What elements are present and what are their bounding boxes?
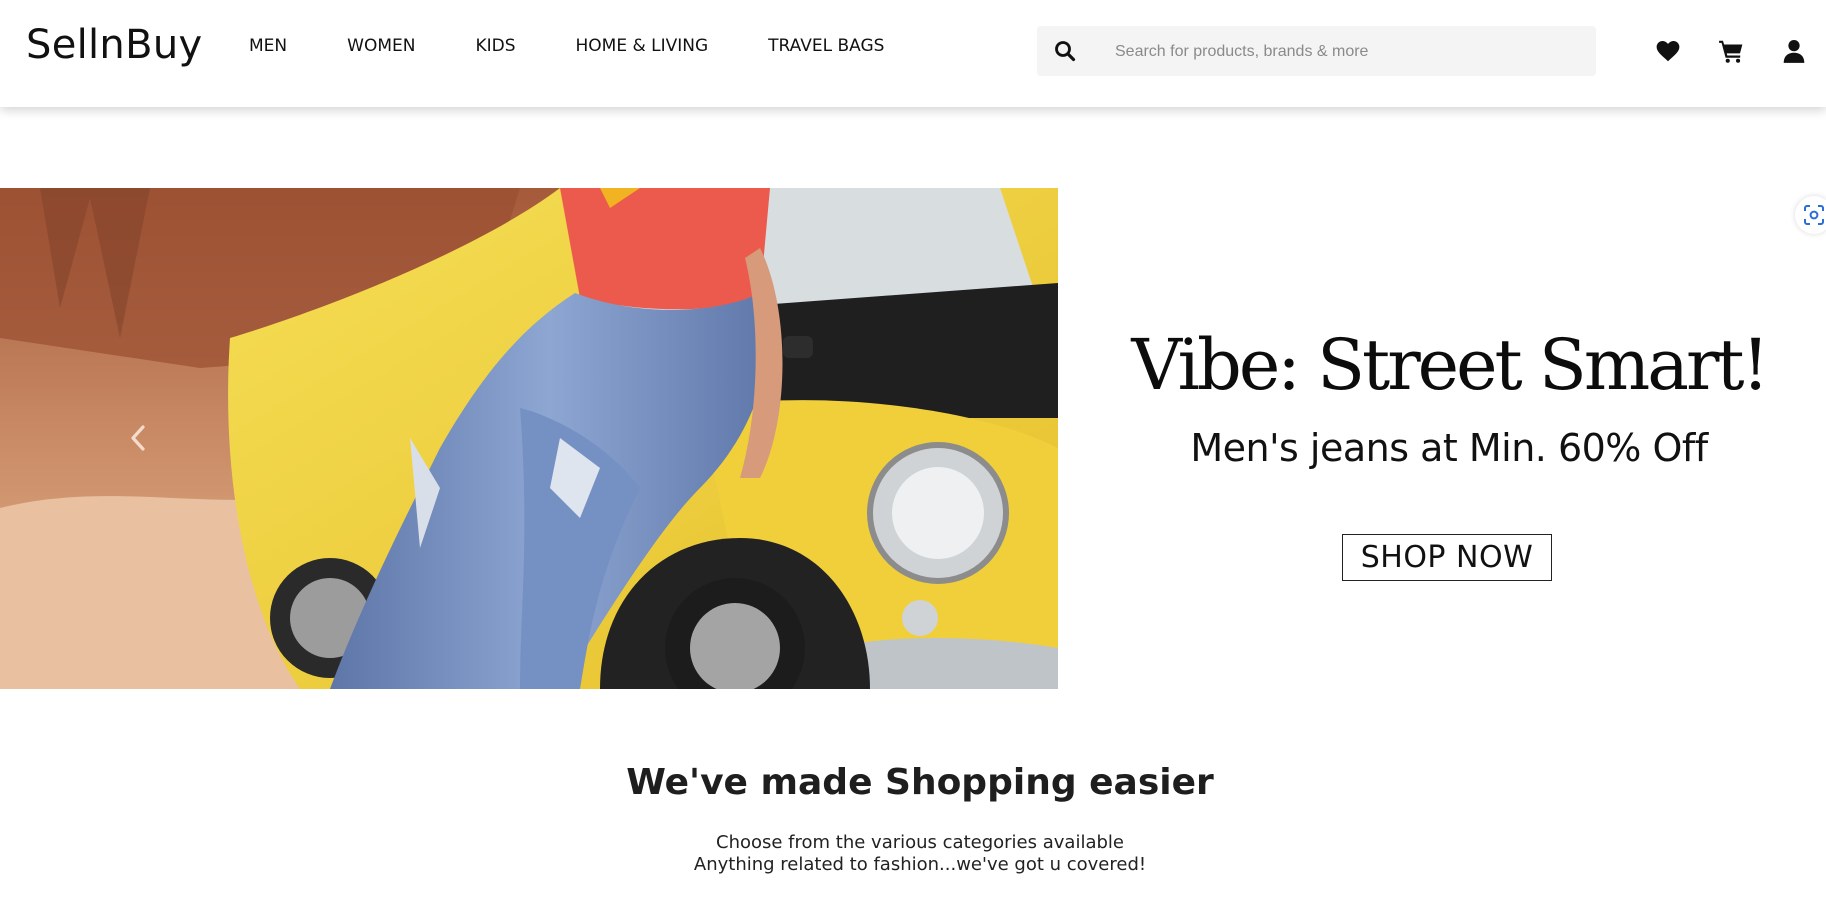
banner-promo: Vibe: Street Smart! Men's jeans at Min. … bbox=[1058, 188, 1826, 689]
banner-offer: Men's jeans at Min. 60% Off bbox=[1190, 426, 1708, 470]
nav-item-men[interactable]: MEN bbox=[249, 36, 287, 56]
banner-headline: Vibe: Street Smart! bbox=[1131, 324, 1769, 406]
section-title: We've made Shopping easier bbox=[626, 762, 1214, 803]
search-input[interactable] bbox=[1113, 26, 1587, 78]
nav-item-kids[interactable]: KIDS bbox=[475, 36, 515, 56]
search-icon[interactable] bbox=[1053, 39, 1077, 63]
cart-icon[interactable] bbox=[1718, 38, 1744, 64]
nav-item-women[interactable]: WOMEN bbox=[347, 36, 415, 56]
section-subtitle-line2: Anything related to fashion...we've got … bbox=[693, 854, 1147, 875]
shop-now-button[interactable]: SHOP NOW bbox=[1342, 534, 1552, 581]
user-icon[interactable] bbox=[1781, 38, 1807, 64]
banner-photo[interactable] bbox=[0, 188, 1058, 689]
carousel-prev-arrow[interactable] bbox=[128, 425, 148, 451]
heart-icon[interactable] bbox=[1655, 38, 1681, 64]
section-subtitle: Choose from the various categories avail… bbox=[0, 832, 1826, 876]
visual-search-button[interactable] bbox=[1795, 196, 1826, 234]
site-header: SellnBuy MEN WOMEN KIDS HOME & LIVING TR… bbox=[0, 0, 1826, 107]
main-nav: MEN WOMEN KIDS HOME & LIVING TRAVEL BAGS bbox=[249, 36, 944, 56]
site-logo[interactable]: SellnBuy bbox=[26, 22, 202, 68]
nav-item-home-living[interactable]: HOME & LIVING bbox=[576, 36, 709, 56]
scan-icon bbox=[1804, 205, 1824, 225]
nav-item-travel-bags[interactable]: TRAVEL BAGS bbox=[768, 36, 884, 56]
section-subtitle-line1: Choose from the various categories avail… bbox=[716, 832, 1124, 853]
banner-photo-illustration bbox=[0, 188, 1058, 689]
search-bar bbox=[1037, 26, 1596, 78]
